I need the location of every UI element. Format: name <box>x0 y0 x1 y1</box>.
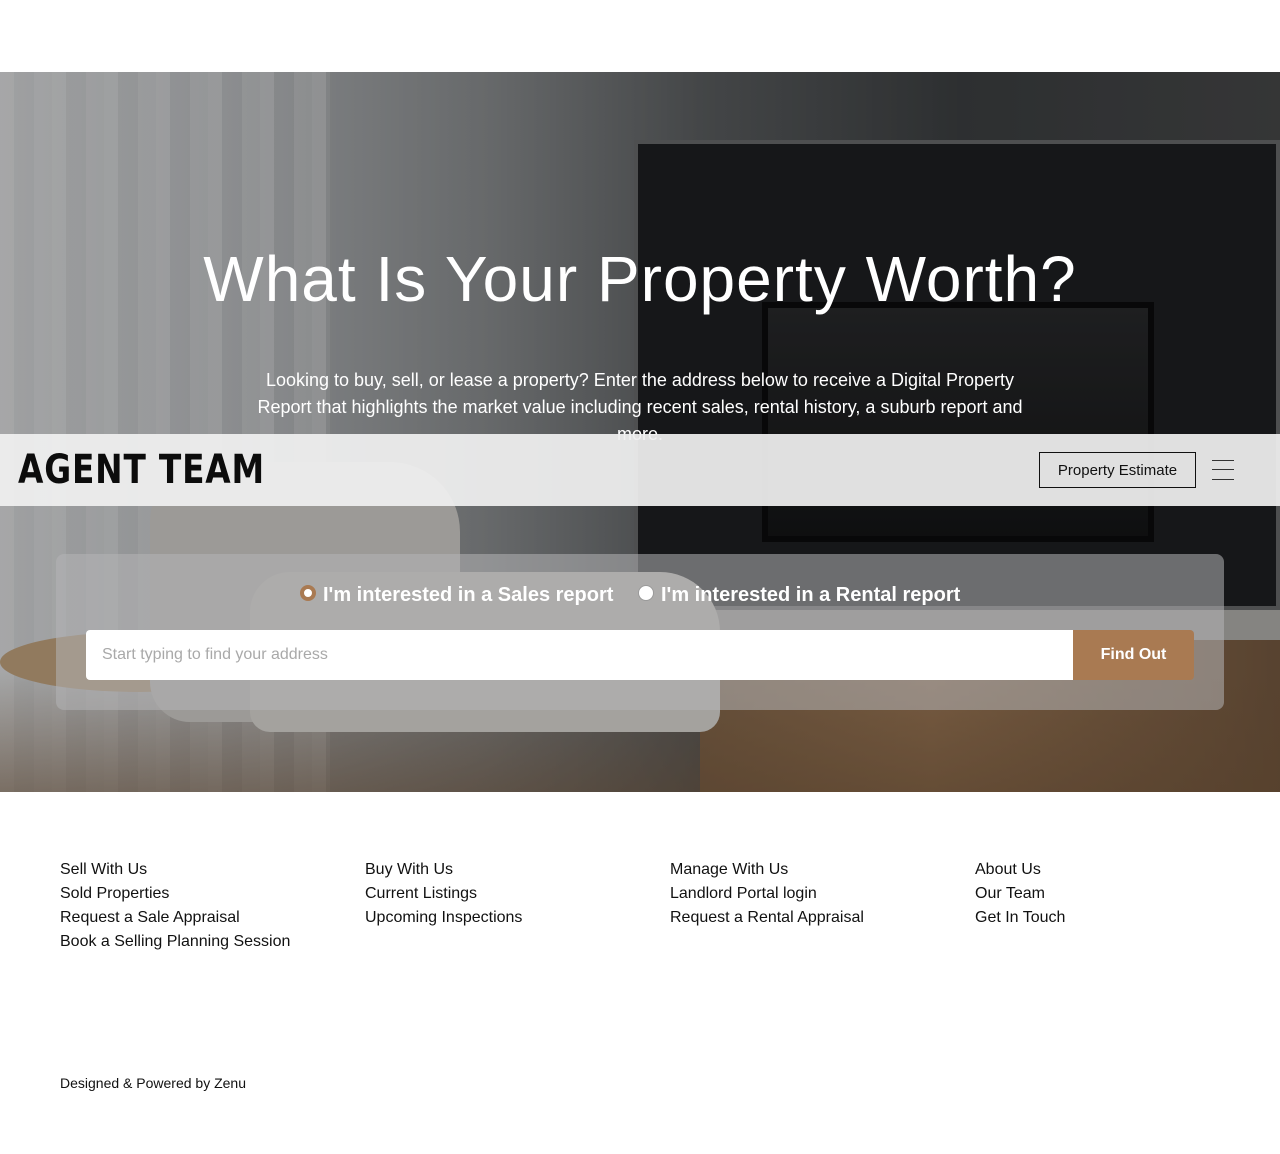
agent-team-logo[interactable]: AGENT TEAM <box>18 446 265 494</box>
footer-column-sell: Sell With Us Sold Properties Request a S… <box>60 858 360 954</box>
footer-link[interactable]: About Us <box>975 858 1275 882</box>
footer-link[interactable]: Manage With Us <box>670 858 970 882</box>
hamburger-menu-icon[interactable] <box>1212 458 1234 482</box>
report-type-options: I'm interested in a Sales report I'm int… <box>56 584 1224 614</box>
site-header: AGENT TEAM Property Estimate <box>0 434 1280 506</box>
rental-report-radio[interactable] <box>638 584 654 601</box>
footer-link[interactable]: Landlord Portal login <box>670 882 970 906</box>
footer-link[interactable]: Get In Touch <box>975 906 1275 930</box>
footer-link[interactable]: Sold Properties <box>60 882 360 906</box>
footer-link[interactable]: Sell With Us <box>60 858 360 882</box>
footer-link[interactable]: Our Team <box>975 882 1275 906</box>
footer-link[interactable]: Buy With Us <box>365 858 665 882</box>
report-search-panel: I'm interested in a Sales report I'm int… <box>56 554 1224 710</box>
sales-report-option[interactable]: I'm interested in a Sales report <box>300 584 613 607</box>
rental-report-label: I'm interested in a Rental report <box>661 584 961 606</box>
sales-report-label: I'm interested in a Sales report <box>323 584 614 606</box>
footer-link[interactable]: Upcoming Inspections <box>365 906 665 930</box>
rental-report-option[interactable]: I'm interested in a Rental report <box>638 584 960 607</box>
footer-link[interactable]: Request a Rental Appraisal <box>670 906 970 930</box>
footer-link[interactable]: Book a Selling Planning Session <box>60 930 360 954</box>
footer-link[interactable]: Request a Sale Appraisal <box>60 906 360 930</box>
footer-column-manage: Manage With Us Landlord Portal login Req… <box>670 858 970 930</box>
address-search-input[interactable] <box>86 630 1074 680</box>
sales-report-radio[interactable] <box>300 584 316 601</box>
find-out-button[interactable]: Find Out <box>1073 630 1194 680</box>
footer-credit: Designed & Powered by Zenu <box>60 1075 246 1091</box>
footer-column-about: About Us Our Team Get In Touch <box>975 858 1275 930</box>
footer-column-buy: Buy With Us Current Listings Upcoming In… <box>365 858 665 930</box>
property-estimate-button[interactable]: Property Estimate <box>1039 452 1196 488</box>
hero-section: What Is Your Property Worth? Looking to … <box>0 72 1280 792</box>
hero-title: What Is Your Property Worth? <box>203 243 1077 315</box>
footer-link[interactable]: Current Listings <box>365 882 665 906</box>
